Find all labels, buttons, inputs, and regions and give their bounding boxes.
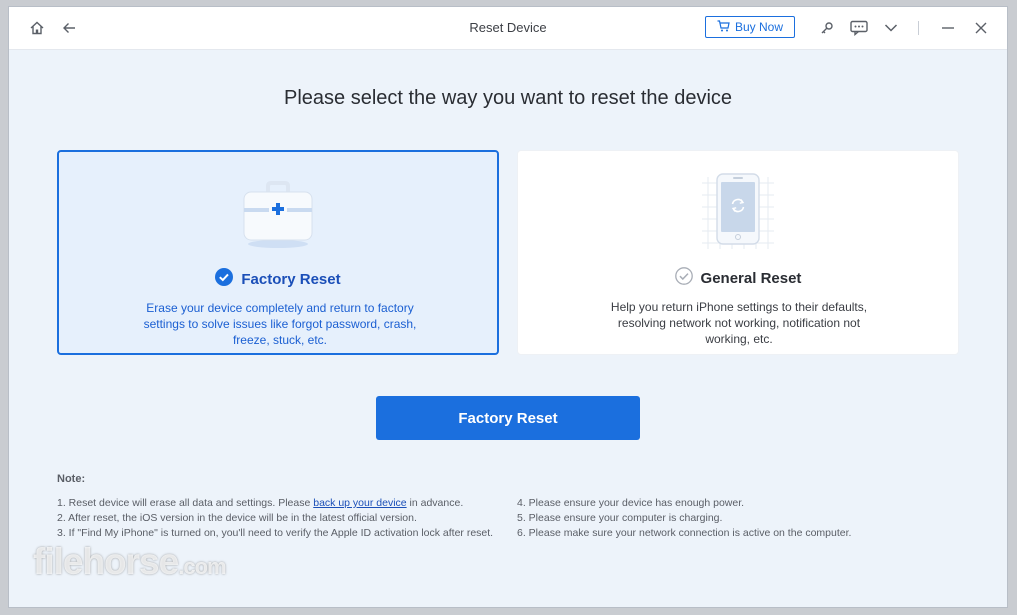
title-bar: Reset Device Buy Now — [9, 7, 1007, 50]
notes-left-list: 1. Reset device will erase all data and … — [57, 496, 507, 541]
note-text: in advance. — [406, 497, 464, 509]
note-item: 2. After reset, the iOS version in the d… — [57, 512, 417, 524]
back-up-device-link[interactable]: back up your device — [313, 497, 406, 509]
buy-now-label: Buy Now — [734, 20, 784, 34]
cart-icon — [717, 19, 730, 35]
key-icon[interactable] — [817, 18, 837, 38]
close-icon[interactable] — [971, 18, 991, 38]
note-item: 6. Please make sure your network connect… — [517, 527, 852, 539]
notes-right-list: 4. Please ensure your device has enough … — [517, 496, 967, 541]
factory-reset-button[interactable]: Factory Reset — [376, 396, 640, 440]
message-icon[interactable] — [849, 18, 869, 38]
note-item: 5. Please ensure your computer is chargi… — [517, 512, 723, 524]
check-circle-icon — [215, 268, 234, 290]
phone-refresh-icon — [518, 173, 958, 253]
note-title: Note: — [57, 473, 86, 485]
note-item: 3. If "Find My iPhone" is turned on, you… — [57, 527, 494, 539]
general-reset-description: Help you return iPhone settings to their… — [610, 300, 868, 346]
chevron-down-icon[interactable] — [881, 18, 901, 38]
buy-now-button[interactable]: Buy Now — [705, 16, 795, 38]
toolbox-icon — [59, 174, 497, 254]
titlebar-divider — [918, 21, 919, 35]
factory-reset-title-text: Factory Reset — [241, 270, 341, 288]
arrow-left-icon[interactable] — [59, 18, 79, 38]
note-item: 4. Please ensure your device has enough … — [517, 497, 745, 509]
note-text: 1. Reset device will erase all data and … — [57, 497, 314, 509]
factory-reset-title: Factory Reset — [59, 268, 497, 290]
factory-reset-option[interactable]: Factory Reset Erase your device complete… — [57, 150, 499, 355]
watermark-text: filehorse — [33, 541, 179, 582]
watermark-logo: filehorse.com — [33, 541, 227, 583]
factory-reset-description: Erase your device completely and return … — [143, 301, 417, 347]
app-window: Reset Device Buy Now Please select the w… — [8, 6, 1008, 608]
general-reset-option[interactable]: General Reset Help you return iPhone set… — [517, 150, 959, 355]
minimize-icon[interactable] — [938, 18, 958, 38]
general-reset-title-text: General Reset — [700, 269, 802, 287]
check-circle-outline-icon — [674, 267, 693, 289]
general-reset-title: General Reset — [518, 267, 958, 289]
note-item: 1. Reset device will erase all data and … — [57, 496, 507, 511]
watermark-suffix: .com — [178, 554, 226, 579]
page-heading: Please select the way you want to reset … — [283, 87, 733, 109]
home-icon[interactable] — [27, 18, 47, 38]
